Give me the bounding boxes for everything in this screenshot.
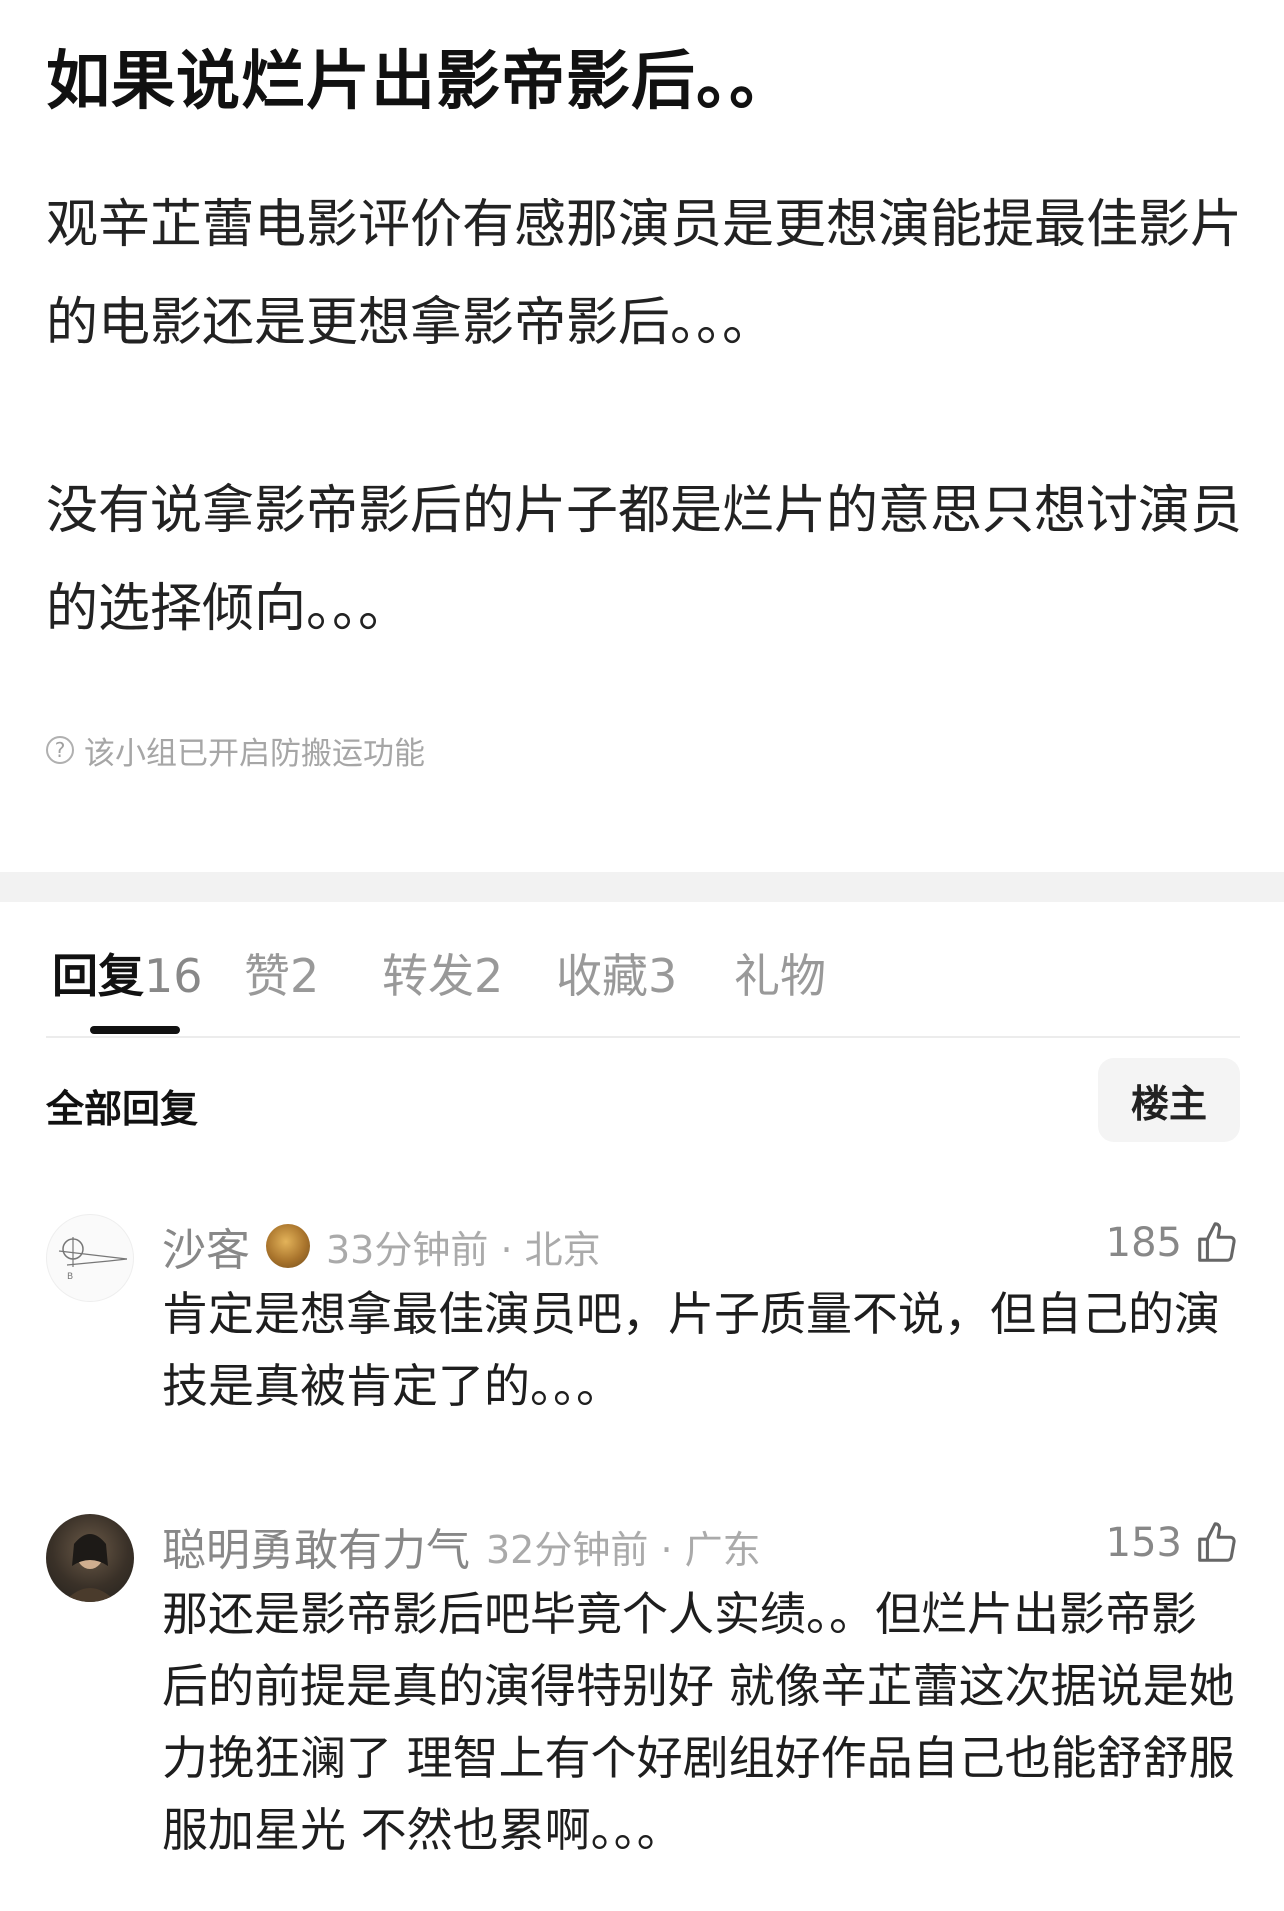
- notice-text: 该小组已开启防搬运功能: [84, 735, 425, 772]
- all-replies-label[interactable]: 全部回复: [46, 1078, 198, 1133]
- tab-favorites[interactable]: 收藏3: [556, 940, 677, 1006]
- op-only-button[interactable]: 楼主: [1098, 1058, 1240, 1142]
- username[interactable]: 聪明勇敢有力气: [162, 1514, 470, 1578]
- post-paragraph: 观辛芷蕾电影评价有感那演员是更想演能提最佳影片的电影还是更想拿影帝影后。。。: [46, 195, 1243, 353]
- tab-replies[interactable]: 回复16: [52, 940, 203, 1006]
- section-divider: [0, 872, 1284, 902]
- question-circle-icon[interactable]: ?: [46, 736, 74, 764]
- tab-reposts[interactable]: 转发2: [382, 940, 503, 1006]
- tab-likes[interactable]: 赞2: [244, 940, 319, 1006]
- like-count: 153: [1105, 1520, 1182, 1566]
- tab-gifts[interactable]: 礼物: [734, 940, 826, 1006]
- avatar[interactable]: B: [46, 1214, 134, 1302]
- comment-text: 那还是影帝影后吧毕竟个人实绩。。但烂片出影帝影后的前提是真的演得特别好 就像辛芷…: [162, 1587, 1235, 1857]
- username[interactable]: 沙客: [162, 1214, 250, 1278]
- like-count: 185: [1105, 1220, 1182, 1266]
- like-button[interactable]: 153: [1106, 1520, 1240, 1566]
- svg-text:B: B: [67, 1272, 73, 1282]
- active-tab-indicator: [90, 1026, 180, 1034]
- comment-meta: 聪明勇敢有力气 32分钟前 · 广东: [162, 1516, 761, 1576]
- like-button[interactable]: 185: [1106, 1220, 1240, 1266]
- tab-bar: 回复16 赞2 转发2 收藏3 礼物: [46, 902, 1240, 1038]
- comment-time-location: 33分钟前 · 北京: [326, 1227, 601, 1272]
- avatar[interactable]: [46, 1514, 134, 1602]
- post-paragraph: 没有说拿影帝影后的片子都是烂片的意思只想讨演员的选择倾向。。。: [46, 481, 1243, 639]
- thumbs-up-icon: [1198, 1522, 1236, 1562]
- anti-repost-notice: ? 该小组已开启防搬运功能: [46, 728, 425, 772]
- post-body: 如果说烂片出影帝影后。。 观辛芷蕾电影评价有感那演员是更想演能提最佳影片的电影还…: [0, 0, 1284, 872]
- post-title: 如果说烂片出影帝影后。。: [46, 45, 794, 119]
- medal-badge-icon[interactable]: [266, 1224, 310, 1268]
- comment-time-location: 32分钟前 · 广东: [486, 1527, 761, 1572]
- thumbs-up-icon: [1198, 1222, 1236, 1262]
- comment-text: 肯定是想拿最佳演员吧，片子质量不说，但自己的演技是真被肯定了的。。。: [162, 1287, 1220, 1413]
- comment-meta: 沙客 33分钟前 · 北京: [162, 1216, 601, 1276]
